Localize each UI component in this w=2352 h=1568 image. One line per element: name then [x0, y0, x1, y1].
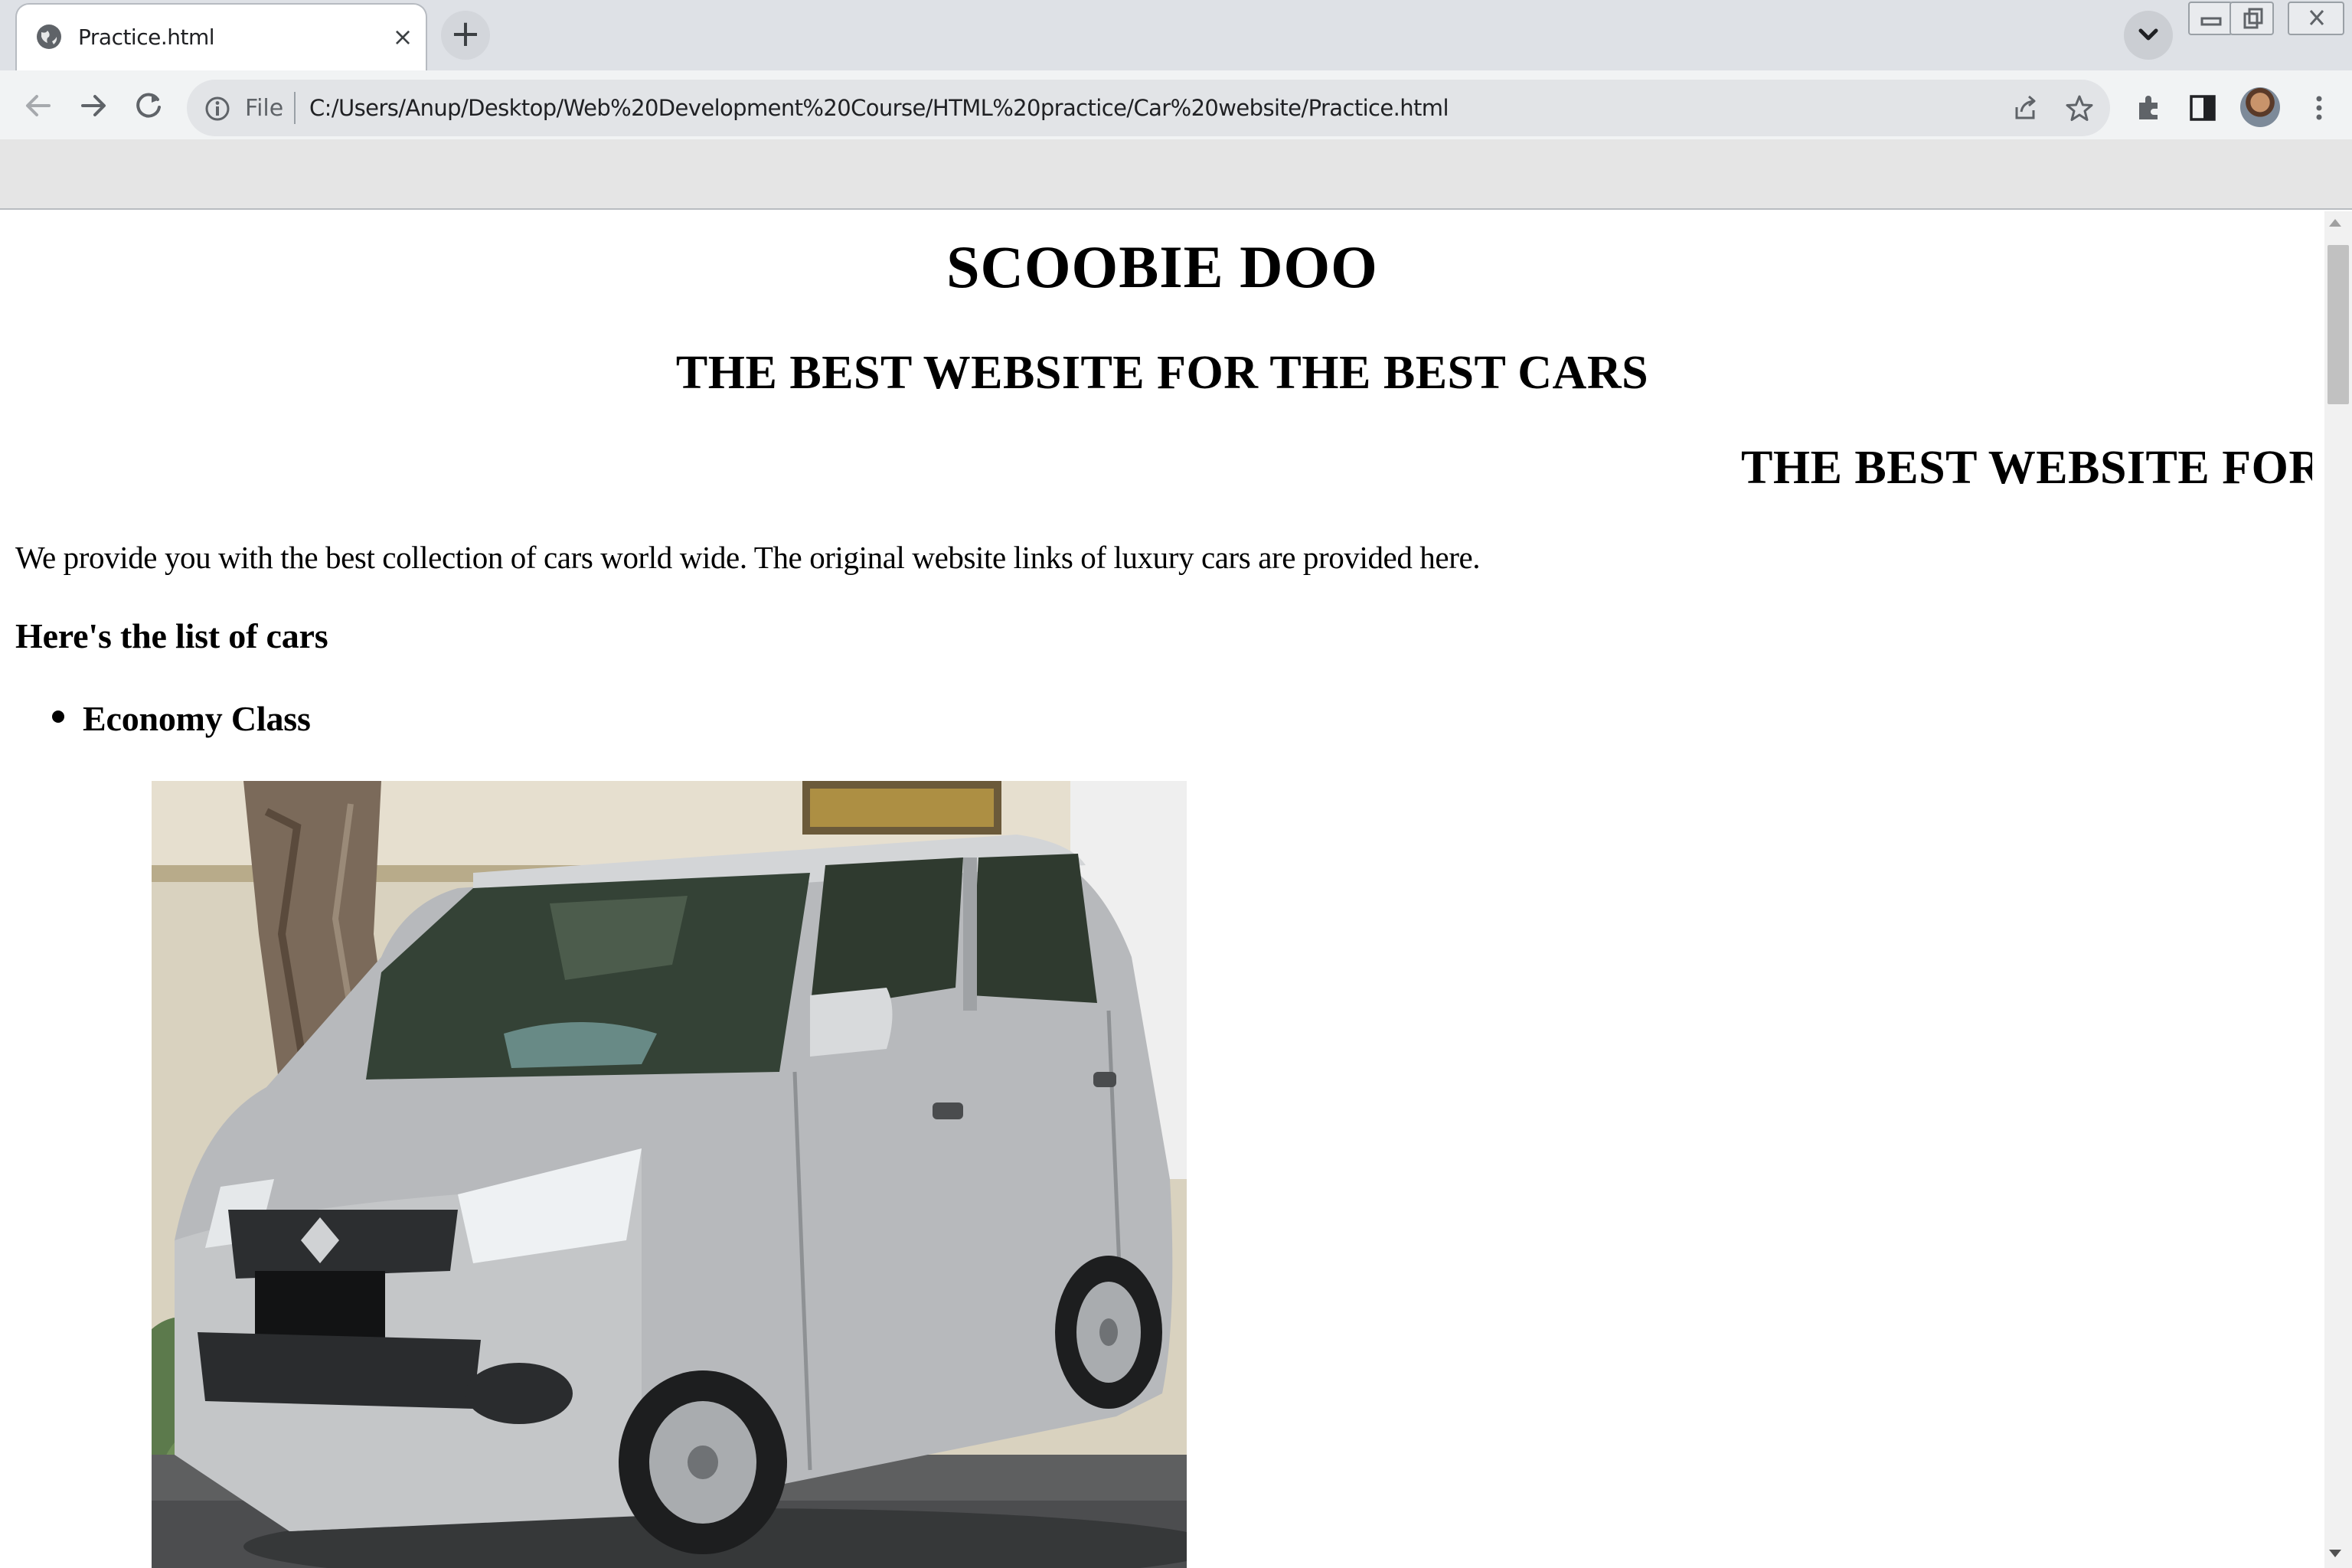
new-tab-button[interactable]: +	[441, 11, 490, 60]
reload-icon[interactable]	[129, 86, 168, 126]
back-arrow-icon[interactable]	[18, 86, 58, 126]
extensions-icon[interactable]	[2130, 89, 2168, 127]
minimize-button[interactable]	[2188, 2, 2233, 35]
scroll-up-arrow-icon[interactable]	[2329, 219, 2341, 227]
list-item-economy-class: Economy Class	[83, 699, 311, 738]
side-panel-icon[interactable]	[2184, 89, 2222, 127]
list-heading: Here's the list of cars	[15, 616, 328, 655]
marquee-text: THE BEST WEBSITE FOR TH	[1741, 442, 2312, 494]
tab-close-icon[interactable]: ×	[387, 21, 418, 52]
tab-strip: Practice.html × +	[0, 0, 2352, 70]
intro-paragraph: We provide you with the best collection …	[15, 540, 1481, 575]
share-icon[interactable]	[2009, 92, 2043, 126]
tab-practice[interactable]: Practice.html ×	[15, 3, 427, 70]
page-viewport: SCOOBIE DOO THE BEST WEBSITE FOR THE BES…	[0, 211, 2324, 1568]
marquee: THE BEST WEBSITE FOR TH	[0, 433, 2312, 502]
car-photo	[152, 781, 1187, 1568]
scrollbar-thumb[interactable]	[2328, 245, 2349, 404]
page-title: SCOOBIE DOO	[946, 234, 1378, 300]
info-icon[interactable]	[204, 95, 231, 122]
url-text[interactable]: C:/Users/Anup/Desktop/Web%20Development%…	[309, 95, 1449, 121]
list-bullet	[52, 710, 64, 723]
minimize-icon	[2200, 17, 2222, 26]
bookmarks-bar	[0, 139, 2352, 210]
tab-search-button[interactable]	[2124, 11, 2173, 60]
bookmark-star-icon[interactable]	[2063, 92, 2096, 126]
close-window-button[interactable]	[2288, 2, 2344, 35]
more-menu-icon[interactable]	[2300, 89, 2338, 127]
vertical-scrollbar[interactable]	[2324, 211, 2352, 1568]
scroll-down-arrow-icon[interactable]	[2329, 1550, 2341, 1557]
tab-title: Practice.html	[78, 24, 215, 50]
globe-icon	[37, 24, 61, 49]
forward-arrow-icon[interactable]	[74, 86, 113, 126]
restore-button[interactable]	[2230, 2, 2274, 35]
profile-avatar[interactable]	[2240, 87, 2280, 127]
scheme-label: File	[245, 95, 284, 122]
restore-icon	[2243, 8, 2263, 29]
page-tagline: THE BEST WEBSITE FOR THE BEST CARS	[675, 347, 1649, 399]
close-icon	[2309, 10, 2324, 25]
chevron-down-icon	[2138, 28, 2158, 41]
omnibox-divider	[294, 92, 296, 124]
